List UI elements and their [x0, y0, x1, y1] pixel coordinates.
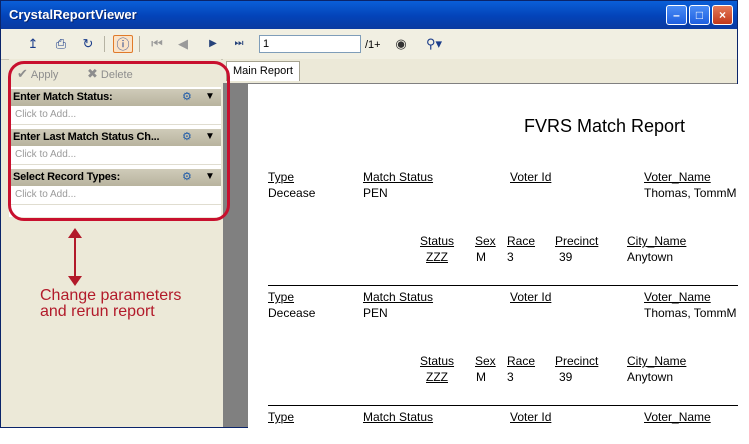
- first-page-icon[interactable]: ⏮: [147, 35, 167, 53]
- toolbar: ↥ ⎙ ↻ ⓘ ⏮ ◀ ▶ ⏭ /1+ ◉ ⚲▾: [1, 29, 737, 60]
- column-header: Match Status: [363, 170, 434, 184]
- column-header: Status: [420, 234, 455, 248]
- toolbar-separator: [139, 36, 140, 52]
- column-header: Race: [507, 234, 536, 248]
- record-match-status: PEN: [363, 186, 388, 200]
- record-separator: [268, 405, 738, 406]
- column-header: Type: [268, 410, 295, 424]
- refresh-icon[interactable]: ↻: [78, 35, 98, 53]
- record-match-status: PEN: [363, 306, 388, 320]
- column-header: City_Name: [627, 354, 687, 368]
- toolbar-separator: [104, 36, 105, 52]
- record-race: 3: [507, 250, 514, 264]
- close-button[interactable]: ×: [712, 5, 733, 25]
- next-page-icon[interactable]: ▶: [203, 35, 223, 53]
- column-header: Type: [268, 170, 295, 184]
- column-header: Voter_Name: [644, 290, 711, 304]
- record-separator: [268, 285, 738, 286]
- previous-page-icon[interactable]: ◀: [173, 35, 193, 53]
- print-icon[interactable]: ⎙: [51, 35, 71, 53]
- record-type: Decease: [268, 186, 316, 200]
- column-header: Voter Id: [510, 170, 552, 184]
- record-city: Anytown: [627, 250, 674, 264]
- column-header: Type: [268, 290, 295, 304]
- record-type: Decease: [268, 306, 316, 320]
- column-header: Race: [507, 354, 536, 368]
- search-binoculars-icon[interactable]: ◉: [391, 35, 411, 53]
- title-bar[interactable]: CrystalReportViewer – □ ×: [1, 1, 737, 29]
- column-header: Voter Id: [510, 410, 552, 424]
- page-number-input[interactable]: [259, 35, 361, 53]
- record-precinct: 39: [559, 250, 573, 264]
- record-sex: M: [476, 370, 486, 384]
- column-header: City_Name: [627, 234, 687, 248]
- column-header: Sex: [475, 234, 496, 248]
- column-header: Voter Id: [510, 290, 552, 304]
- record-voter-name: Thomas, TommM: [644, 186, 737, 200]
- record-status: ZZZ: [426, 250, 448, 264]
- page-count-label: /1+: [365, 39, 381, 51]
- column-header: Sex: [475, 354, 496, 368]
- record-voter-name: Thomas, TommM: [644, 306, 737, 320]
- column-header: Precinct: [555, 234, 599, 248]
- record-race: 3: [507, 370, 514, 384]
- callout-arrow-line: [74, 234, 76, 278]
- maximize-button[interactable]: □: [689, 5, 710, 25]
- column-header: Match Status: [363, 410, 434, 424]
- callout-text: Change parameters and rerun report: [40, 287, 182, 320]
- callout-highlight: [8, 61, 230, 221]
- column-header: Voter_Name: [644, 410, 711, 424]
- toggle-parameter-panel-icon[interactable]: ⓘ: [113, 35, 133, 53]
- column-header: Status: [420, 354, 455, 368]
- last-page-icon[interactable]: ⏭: [229, 35, 249, 53]
- zoom-icon[interactable]: ⚲▾: [419, 35, 449, 53]
- minimize-button[interactable]: –: [666, 5, 687, 25]
- window-title: CrystalReportViewer: [9, 7, 137, 22]
- report-title: FVRS Match Report: [524, 116, 686, 136]
- column-header: Voter_Name: [644, 170, 711, 184]
- record-city: Anytown: [627, 370, 674, 384]
- record-precinct: 39: [559, 370, 573, 384]
- export-icon[interactable]: ↥: [23, 35, 43, 53]
- tab-main-report[interactable]: Main Report: [226, 61, 300, 81]
- report-page: FVRS Match Report Type Match Status Vote…: [248, 84, 748, 444]
- record-status: ZZZ: [426, 370, 448, 384]
- column-header: Match Status: [363, 290, 434, 304]
- tab-strip: Main Report: [223, 59, 737, 83]
- arrow-down-icon: [68, 276, 82, 286]
- column-header: Precinct: [555, 354, 599, 368]
- record-sex: M: [476, 250, 486, 264]
